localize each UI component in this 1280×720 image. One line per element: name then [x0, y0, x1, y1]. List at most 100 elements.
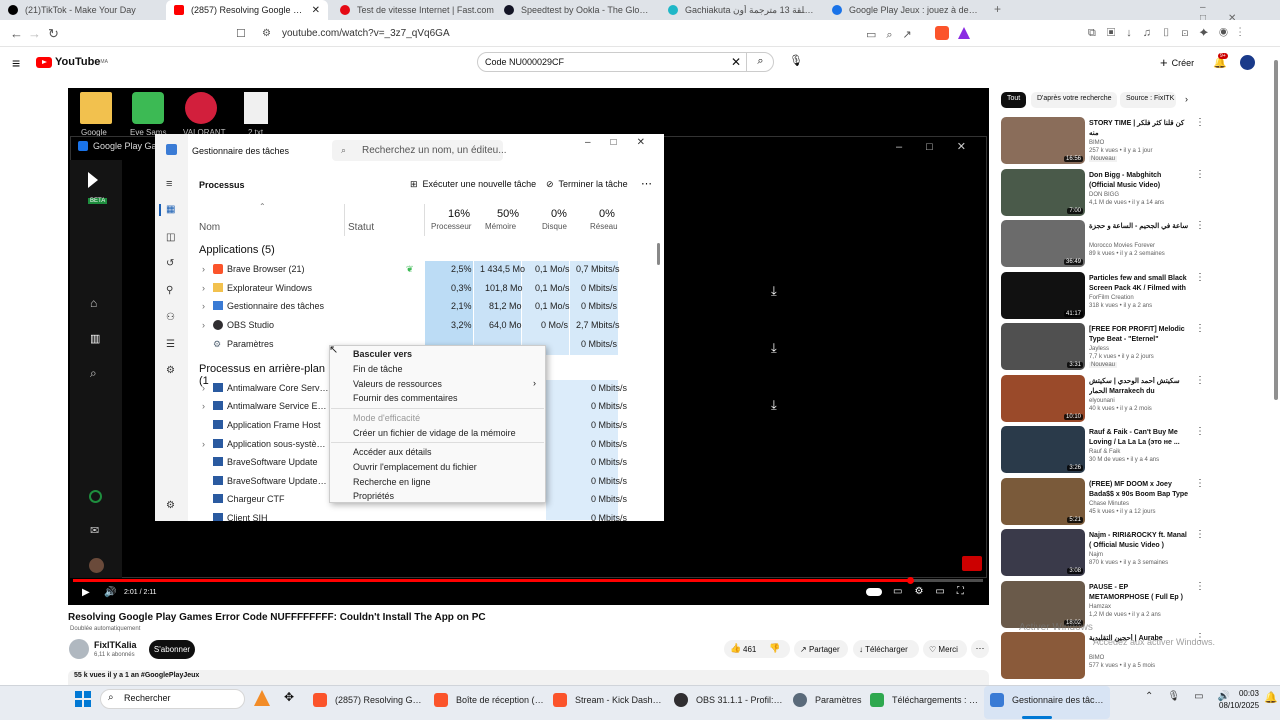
menu-item-end-task[interactable]: Fin de tâche	[353, 364, 403, 374]
table-row[interactable]: › Brave Browser (21) ❦ 2,5% 1 434,5 Mo 0…	[199, 261, 659, 279]
video-title[interactable]: PAUSE - EP METAMORPHOSE ( Full Ep )	[1089, 583, 1189, 603]
search-icon[interactable]: ⌕	[746, 52, 774, 72]
more-options-icon[interactable]: ⋮	[1195, 478, 1205, 489]
more-actions-icon[interactable]: ⋯	[971, 640, 989, 658]
recommended-video[interactable]: 41:17 Particles few and small Black Scree…	[1001, 271, 1271, 321]
channel-name[interactable]: DON BIGG	[1089, 192, 1119, 198]
taskbar-item[interactable]: (2857) Resolving Google	[313, 693, 425, 707]
autoplay-toggle[interactable]	[866, 588, 882, 596]
avatar[interactable]	[1240, 55, 1255, 70]
more-options-icon[interactable]: ⋮	[1195, 272, 1205, 283]
channel-name[interactable]: Rauf & Faik	[1089, 449, 1120, 455]
more-options-icon[interactable]: ⋮	[1195, 220, 1205, 231]
expand-chevron-icon[interactable]: ›	[202, 264, 205, 274]
filter-chip-all[interactable]: Tout	[1001, 92, 1027, 108]
end-task-button[interactable]: ⊘ Terminer la tâche	[546, 179, 628, 190]
app-icon[interactable]: ✥	[284, 690, 294, 704]
expand-chevron-icon[interactable]: ›	[202, 301, 205, 311]
channel-name[interactable]: BIMO	[1089, 655, 1104, 661]
chevron-right-icon[interactable]: ›	[1185, 94, 1188, 104]
recommended-video[interactable]: 3:31 [FREE FOR PROFIT] Melodic Type Beat …	[1001, 323, 1271, 372]
expand-chevron-icon[interactable]: ›	[202, 320, 205, 330]
channel-name[interactable]: Jayless	[1089, 346, 1109, 352]
new-tab-button[interactable]: +	[994, 2, 1001, 16]
more-options-icon[interactable]: ⋮	[1195, 426, 1205, 437]
taskbar-item[interactable]: Boîte de réception (3 21	[434, 693, 544, 707]
startup-icon[interactable]: ⚲	[166, 285, 173, 296]
youtube-logo[interactable]: YouTube MA	[36, 56, 108, 68]
menu-item-resource-values[interactable]: Valeurs de ressources	[353, 379, 442, 389]
video-title[interactable]: Najm - RIRI&ROCKY ft. Manal ( Official M…	[1089, 531, 1189, 551]
recommended-video[interactable]: 5:21 (FREE) MF DOOM x Joey Bada$$ x 90s B…	[1001, 477, 1271, 527]
browser-tab[interactable]: Gachiakuta الحلقة 13 مترجمة أون	[660, 0, 822, 20]
filter-chip-search[interactable]: D'après votre recherche	[1031, 92, 1118, 108]
notification-center-icon[interactable]: 🔔	[1264, 691, 1278, 704]
channel-name[interactable]: Chase Minutes	[1089, 501, 1129, 507]
services-icon[interactable]: ⚙	[166, 365, 175, 376]
more-options-icon[interactable]: ⋯	[641, 177, 652, 190]
taskbar-item[interactable]: Stream - Kick Dashboa	[553, 693, 663, 707]
taskbar-item[interactable]: Téléchargements : Expl	[870, 693, 982, 707]
library-icon[interactable]: ▥	[90, 332, 100, 345]
column-name[interactable]: Nom	[199, 222, 220, 233]
play-icon[interactable]: ▶	[82, 587, 90, 598]
more-options-icon[interactable]: ⋮	[1195, 529, 1205, 540]
gp-window-controls[interactable]: –□✕	[896, 140, 990, 153]
address-actions-icons[interactable]: ▭⌕↗	[866, 28, 922, 42]
more-options-icon[interactable]: ⋮	[1195, 375, 1205, 386]
video-title[interactable]: Particles few and small Black Screen Pac…	[1089, 274, 1189, 294]
expand-chevron-icon[interactable]: ›	[202, 283, 205, 293]
menu-item-dump-file[interactable]: Créer un fichier de vidage de la mémoire	[353, 428, 516, 438]
run-new-task-button[interactable]: ⊞ Exécuter une nouvelle tâche	[410, 179, 536, 190]
download-icon[interactable]: ⤓	[771, 283, 777, 299]
clear-search-icon[interactable]: ✕	[731, 55, 741, 69]
close-tab-icon[interactable]: ✕	[312, 5, 320, 16]
channel-name[interactable]: Hamzax	[1089, 604, 1111, 610]
subscribe-watermark-icon[interactable]	[962, 556, 982, 571]
table-row[interactable]: › Explorateur Windows 0,3% 101,8 Mo 0,1 …	[199, 280, 659, 298]
site-info-icon[interactable]: ⚙	[262, 28, 271, 39]
taskbar-search-box[interactable]	[100, 689, 245, 709]
details-icon[interactable]: ☰	[166, 339, 175, 350]
browser-tab-active[interactable]: (2857) Resolving Google Play Ga✕	[166, 0, 328, 20]
channel-avatar[interactable]	[69, 639, 89, 659]
brave-shield-icon[interactable]	[935, 26, 949, 40]
channel-name[interactable]: FixITKalia	[94, 640, 137, 650]
more-options-icon[interactable]: ⋮	[1195, 169, 1205, 180]
users-icon[interactable]: ⚇	[166, 312, 175, 323]
video-title[interactable]: Rauf & Faik - Can't Buy Me Loving / La L…	[1089, 428, 1189, 448]
channel-name[interactable]: BIMO	[1089, 140, 1104, 146]
taskbar-search-input[interactable]: Rechercher	[124, 693, 171, 703]
menu-icon[interactable]: ≡	[12, 55, 20, 71]
more-options-icon[interactable]: ⋮	[1195, 323, 1205, 334]
video-thumbnail[interactable]	[1001, 632, 1085, 679]
taskbar-item[interactable]: Paramètres	[793, 693, 875, 707]
channel-name[interactable]: Morocco Movies Forever	[1089, 243, 1155, 249]
volume-icon[interactable]: 🔊	[104, 587, 116, 598]
video-title[interactable]: STORY TIME | كن قلنا كثر فلكر منه	[1089, 119, 1189, 139]
video-title[interactable]: سكيتش أحمد الوحدي | سكيتش الحمار Marrake…	[1089, 377, 1189, 397]
create-button[interactable]: + Créer	[1160, 55, 1194, 70]
player-settings-icons[interactable]: ▭⚙▭⛶	[893, 586, 976, 597]
recommended-video[interactable]: 7:00 Don Bigg - Mabghitch (Official Music…	[1001, 168, 1271, 218]
processes-icon[interactable]: ▦	[166, 204, 175, 215]
channel-name[interactable]: Najm	[1089, 552, 1103, 558]
thanks-button[interactable]: ♡ Merci	[923, 640, 967, 658]
microphone-icon[interactable]: 🎙	[789, 54, 803, 68]
video-title[interactable]: (FREE) MF DOOM x Joey Bada$$ x 90s Boom …	[1089, 480, 1189, 500]
recommended-video[interactable]: 16:56 STORY TIME | كن قلنا كثر فلكر منه BI…	[1001, 117, 1271, 166]
column-cpu[interactable]: Processeur	[431, 222, 471, 231]
browser-tab[interactable]: (21)TikTok - Make Your Day	[0, 0, 162, 20]
dislike-icon[interactable]: 👎	[769, 643, 780, 654]
recommended-video[interactable]: 3:08 Najm - RIRI&ROCKY ft. Manal ( Offici…	[1001, 529, 1271, 578]
feedback-icon[interactable]: ✉	[90, 524, 99, 537]
menu-item-feedback[interactable]: Fournir des commentaires	[353, 393, 458, 403]
description-box[interactable]	[68, 670, 989, 685]
download-icon[interactable]: ⤓	[771, 397, 777, 413]
taskbar-item[interactable]: Gestionnaire des tâches	[990, 693, 1108, 707]
settings-icon[interactable]: ⚙	[166, 500, 175, 511]
reload-icon[interactable]: ↻	[48, 26, 59, 42]
download-button[interactable]: ↓ Télécharger	[853, 640, 919, 658]
browser-tab[interactable]: Speedtest by Ookla - The Global Bro	[496, 0, 658, 20]
hamburger-icon[interactable]: ≡	[166, 178, 172, 190]
